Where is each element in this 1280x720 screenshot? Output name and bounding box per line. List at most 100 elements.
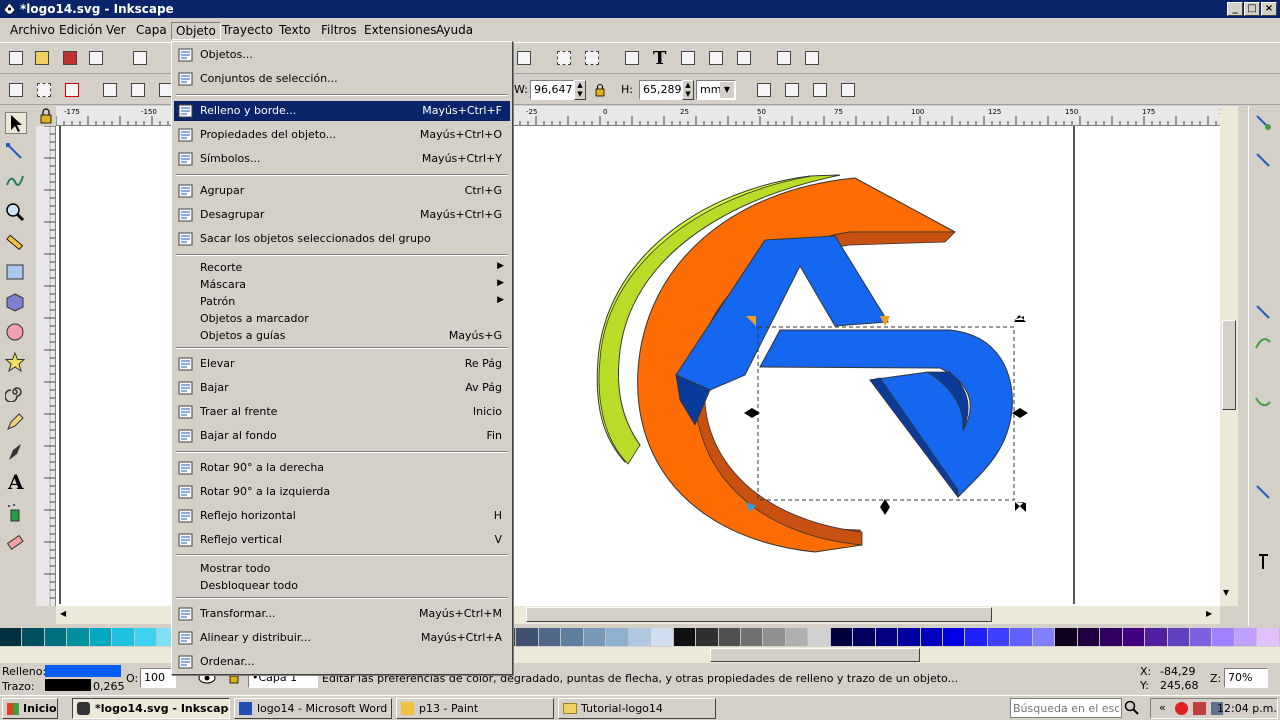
clone-icon[interactable] — [514, 48, 534, 68]
stroke-swatch[interactable] — [45, 679, 91, 691]
menu-ver[interactable]: Ver — [102, 22, 130, 38]
3d-box-tool-icon[interactable] — [5, 292, 27, 314]
palette-swatch[interactable] — [920, 628, 944, 646]
palette-swatch[interactable] — [718, 628, 741, 646]
palette-swatch[interactable] — [763, 628, 786, 646]
horizontal-scroll-thumb[interactable] — [526, 607, 992, 622]
eraser-tool-icon[interactable] — [5, 532, 27, 554]
palette-swatch[interactable] — [1100, 628, 1123, 646]
document-properties-icon[interactable] — [774, 48, 794, 68]
text-tool-icon[interactable]: A — [5, 470, 27, 494]
select-all-icon[interactable] — [6, 80, 26, 100]
palette-swatch[interactable] — [853, 628, 876, 646]
palette-swatch[interactable] — [0, 628, 23, 646]
palette-swatch[interactable] — [1190, 628, 1213, 646]
tweak-tool-icon[interactable] — [5, 170, 27, 192]
open-folder-icon[interactable] — [32, 48, 52, 68]
deselect-icon[interactable] — [62, 80, 82, 100]
height-spinner[interactable]: ▲ ▼ — [682, 80, 694, 100]
scroll-left-arrow-icon[interactable]: ◀ — [60, 609, 66, 618]
start-button[interactable]: Inicio — [2, 698, 58, 719]
palette-swatch[interactable] — [1122, 628, 1146, 646]
height-input[interactable]: 65,289 — [639, 80, 682, 100]
palette-swatch[interactable] — [134, 628, 158, 646]
star-tool-icon[interactable] — [4, 351, 27, 374]
palette-swatch[interactable] — [1167, 628, 1191, 646]
menu-item-rotar-90-a-la-izquierda[interactable]: Rotar 90° a la izquierda — [174, 482, 510, 502]
snap-smooth-icon[interactable] — [1253, 392, 1275, 414]
snap-page-icon[interactable] — [1253, 552, 1275, 574]
palette-swatch[interactable] — [898, 628, 921, 646]
selector-tool-icon[interactable] — [5, 112, 27, 134]
palette-swatch[interactable] — [89, 628, 113, 646]
menu-item-conjuntos-de-seleccion[interactable]: Conjuntos de selección... — [174, 69, 510, 89]
align-icon[interactable] — [734, 48, 754, 68]
palette-swatch[interactable] — [561, 628, 584, 646]
menu-trayecto[interactable]: Trayecto — [218, 22, 277, 38]
snap-center-icon[interactable] — [1253, 482, 1275, 504]
menu-item-reflejo-vertical[interactable]: Reflejo vertical V — [174, 530, 510, 550]
ungroup-icon[interactable] — [582, 48, 602, 68]
spray-tool-icon[interactable] — [5, 502, 27, 524]
text-tool-icon[interactable]: T — [650, 48, 670, 69]
search-icon[interactable] — [1124, 700, 1140, 716]
menu-item-reflejo-horizontal[interactable]: Reflejo horizontal H — [174, 506, 510, 526]
xml-editor-icon[interactable] — [706, 48, 726, 68]
palette-swatch[interactable] — [628, 628, 652, 646]
menu-item-traer-al-frente[interactable]: Traer al frente Inicio — [174, 402, 510, 422]
measure-tool-icon[interactable] — [5, 232, 27, 254]
zoom-tool-icon[interactable] — [5, 202, 27, 224]
node-tool-icon[interactable] — [5, 142, 27, 164]
menu-extensiones[interactable]: Extensiones — [360, 22, 441, 38]
snap-bbox-icon[interactable] — [1253, 150, 1275, 172]
menu-ayuda[interactable]: Ayuda — [432, 22, 477, 38]
snap-paths-icon[interactable] — [1253, 332, 1275, 354]
layers-icon[interactable] — [678, 48, 698, 68]
menu-item-agrupar[interactable]: Agrupar Ctrl+G — [174, 181, 510, 201]
palette-swatch[interactable] — [538, 628, 562, 646]
unit-select[interactable]: mm ▼ — [696, 80, 736, 100]
palette-swatch[interactable] — [651, 628, 674, 646]
import-icon[interactable] — [130, 48, 150, 68]
palette-scroll-thumb[interactable] — [710, 648, 920, 662]
antivirus-icon[interactable] — [1175, 702, 1188, 715]
scroll-down-arrow-icon[interactable]: ▼ — [1223, 588, 1229, 597]
rotate-cw-icon[interactable] — [128, 80, 148, 100]
menu-archivo[interactable]: Archivo — [6, 22, 59, 38]
menu-item-desbloquear-todo[interactable]: Desbloquear todo — [174, 576, 510, 596]
palette-swatch[interactable] — [516, 628, 539, 646]
minimize-button[interactable]: _ — [1227, 2, 1243, 16]
palette-swatch[interactable] — [606, 628, 629, 646]
lock-icon[interactable] — [594, 83, 606, 97]
menu-objeto[interactable]: Objeto — [171, 22, 221, 40]
menu-item-elevar[interactable]: Elevar Re Pág — [174, 354, 510, 374]
print-icon[interactable] — [86, 48, 106, 68]
palette-swatch[interactable] — [875, 628, 899, 646]
palette-swatch[interactable] — [785, 628, 809, 646]
palette-swatch[interactable] — [1055, 628, 1078, 646]
pencil-tool-icon[interactable] — [5, 412, 27, 434]
menu-item-sacar-los-objetos-seleccionados-del-grupo[interactable]: Sacar los objetos seleccionados del grup… — [174, 229, 510, 249]
width-input[interactable]: 96,647 — [530, 80, 574, 100]
menu-capa[interactable]: Capa — [132, 22, 171, 38]
fill-swatch[interactable] — [45, 665, 121, 677]
vertical-scrollbar[interactable]: ▼ — [1220, 106, 1238, 606]
menu-item-objetos[interactable]: Objetos... — [174, 45, 510, 65]
task-word[interactable]: logo14 - Microsoft Word — [234, 698, 392, 719]
maximize-button[interactable]: □ — [1244, 2, 1260, 16]
palette-swatch[interactable] — [1010, 628, 1033, 646]
palette-swatch[interactable] — [112, 628, 135, 646]
rectangle-tool-icon[interactable] — [5, 262, 27, 284]
snap-toggle-icon[interactable] — [1253, 112, 1275, 134]
menu-item-propiedades-del-objeto[interactable]: Propiedades del objeto... Mayús+Ctrl+O — [174, 125, 510, 145]
task-paint[interactable]: p13 - Paint — [396, 698, 554, 719]
rotate-ccw-icon[interactable] — [100, 80, 120, 100]
desktop-search-input[interactable] — [1010, 698, 1122, 718]
snap-nodes-icon[interactable] — [1253, 302, 1275, 324]
select-all-layers-icon[interactable] — [34, 80, 54, 100]
scroll-right-arrow-icon[interactable]: ▶ — [1206, 609, 1212, 618]
menu-texto[interactable]: Texto — [275, 22, 315, 38]
palette-swatch[interactable] — [67, 628, 90, 646]
palette-swatch[interactable] — [1257, 628, 1280, 646]
palette-swatch[interactable] — [830, 628, 854, 646]
